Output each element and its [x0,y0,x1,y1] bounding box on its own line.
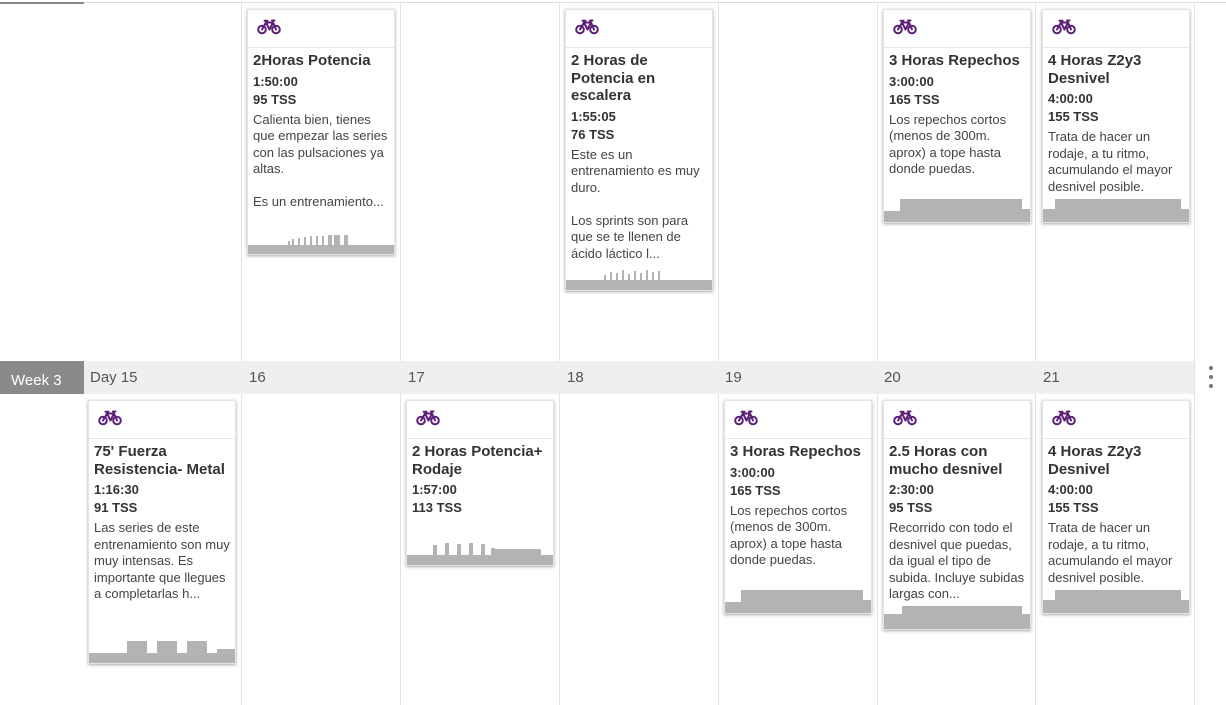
bike-icon [98,410,122,426]
workout-card[interactable]: 3 Horas Repechos 3:00:00 165 TSS Los rep… [883,9,1031,223]
bike-icon [416,410,440,426]
workout-description: Recorrido con todo el desnivel que pueda… [889,520,1025,601]
workout-title: 75' Fuerza Resistencia- Metal [94,443,225,478]
workout-profile [884,606,1030,629]
workout-profile [1043,590,1189,613]
workout-duration: 4:00:00 [1048,91,1093,106]
bike-icon [1052,410,1076,426]
workout-title: 2.5 Horas con mucho desnivel [889,443,1003,478]
workout-title: 2 Horas Potencia+ Rodaje [412,443,543,478]
bike-icon [257,19,281,35]
day-label: 19 [725,369,742,386]
workout-description: Este es un entrenamiento es muy duro. Lo… [571,146,700,261]
bike-icon [575,19,599,35]
workout-profile [725,590,871,613]
workout-profile [407,543,553,565]
column-divider [718,3,719,705]
workout-profile [248,235,394,254]
day-label: 17 [408,369,425,386]
workout-duration: 3:00:00 [889,73,934,89]
workout-profile [884,199,1030,222]
workout-tss: 155 TSS [1048,109,1099,124]
column-divider [1035,3,1036,705]
column-divider [877,3,878,705]
workout-duration: 1:50:00 [253,73,298,89]
workout-card[interactable]: 2.5 Horas con mucho desnivel 2:30:00 95 … [883,400,1031,630]
workout-tss: 165 TSS [889,91,940,107]
day-label: 20 [884,369,901,386]
workout-title: 3 Horas Repechos [730,443,861,460]
day-label: 21 [1043,369,1060,386]
workout-tss: 76 TSS [571,126,615,142]
column-divider [559,3,560,705]
bike-icon [1052,19,1076,35]
workout-title: 2Horas Potencia [253,52,371,69]
workout-title: 4 Horas Z2y3 Desnivel [1048,52,1142,87]
workout-tss: 113 TSS [412,500,462,515]
bike-icon [734,410,758,426]
day-label: 16 [249,369,266,386]
week-label: Week 3 [0,361,84,394]
workout-title: 3 Horas Repechos [889,52,1020,69]
workout-duration: 1:55:05 [571,108,616,124]
day-label: Day 15 [90,369,138,386]
column-divider [241,3,242,705]
workout-card[interactable]: 2 Horas Potencia+ Rodaje 1:57:00 113 TSS [406,400,554,566]
workout-card[interactable]: 2 Horas de Potencia en escalera 1:55:05 … [565,9,713,291]
workout-profile [1043,199,1189,222]
workout-duration: 3:00:00 [730,464,775,480]
workout-duration: 4:00:00 [1048,482,1093,497]
bike-icon [893,410,917,426]
kebab-icon[interactable] [1203,366,1219,388]
bike-icon [893,19,917,35]
workout-description: Los repechos cortos (menos de 300m. apro… [889,111,1007,177]
workout-description: Trata de hacer un rodaje, a tu ritmo, ac… [1048,520,1173,585]
workout-description: Los repechos cortos (menos de 300m. apro… [730,502,848,568]
workout-profile [566,270,712,290]
workout-duration: 1:16:30 [94,482,139,497]
top-divider-accent [0,2,84,4]
workout-description: Calienta bien, tienes que empezar las se… [253,111,388,210]
workout-card[interactable]: 2Horas Potencia 1:50:00 95 TSS Calienta … [247,9,395,255]
workout-tss: 95 TSS [253,91,297,107]
workout-tss: 91 TSS [94,500,138,515]
workout-card[interactable]: 75' Fuerza Resistencia- Metal 1:16:30 91… [88,400,236,664]
week-header-bar [0,361,1194,394]
workout-profile [89,641,235,663]
top-divider [0,2,1226,3]
workout-title: 2 Horas de Potencia en escalera [571,52,656,104]
workout-tss: 95 TSS [889,500,933,515]
workout-duration: 2:30:00 [889,482,934,497]
day-label: 18 [567,369,584,386]
workout-card[interactable]: 3 Horas Repechos 3:00:00 165 TSS Los rep… [724,400,872,614]
workout-description: Trata de hacer un rodaje, a tu ritmo, ac… [1048,129,1173,194]
workout-tss: 155 TSS [1048,500,1099,515]
workout-card[interactable]: 4 Horas Z2y3 Desnivel 4:00:00 155 TSS Tr… [1042,9,1190,223]
workout-duration: 1:57:00 [412,482,457,497]
column-divider [1194,3,1195,705]
workout-tss: 165 TSS [730,482,781,498]
workout-description: Las series de este entrenamiento son muy… [94,520,230,601]
workout-title: 4 Horas Z2y3 Desnivel [1048,443,1142,478]
workout-card[interactable]: 4 Horas Z2y3 Desnivel 4:00:00 155 TSS Tr… [1042,400,1190,614]
column-divider [400,3,401,705]
